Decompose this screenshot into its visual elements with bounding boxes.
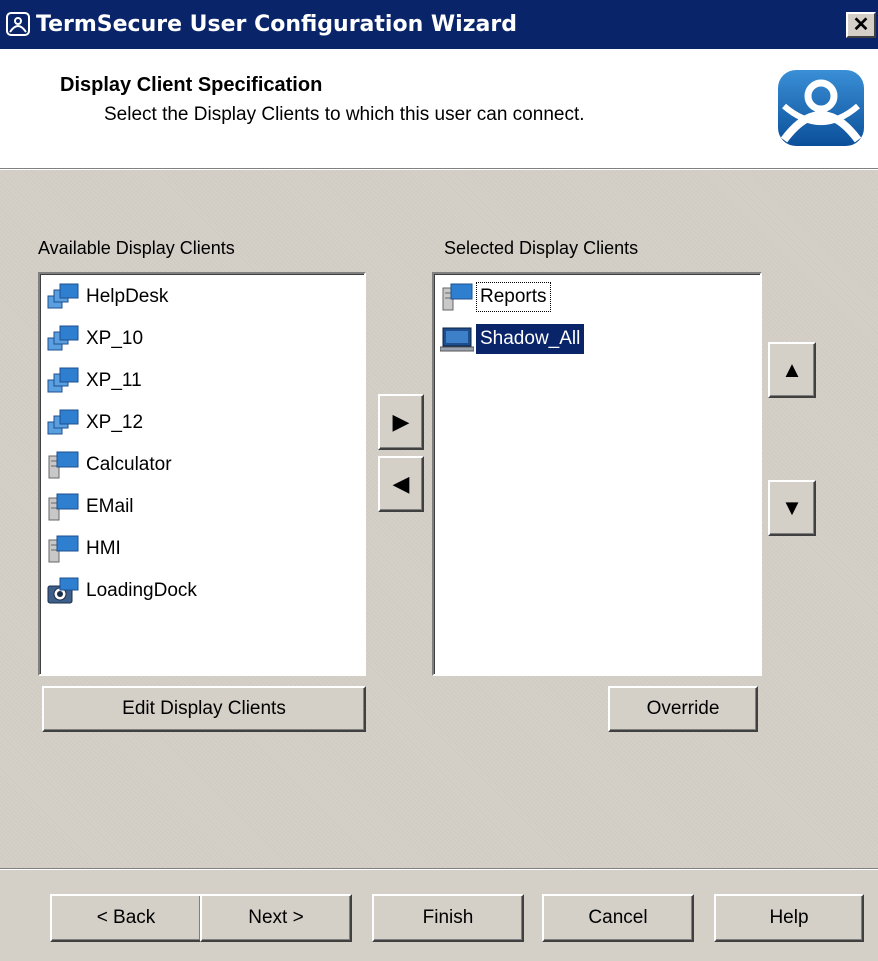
server-app-icon <box>442 283 473 311</box>
list-item-label: Reports <box>476 282 551 312</box>
finish-button[interactable]: Finish <box>372 894 524 942</box>
list-item-label: LoadingDock <box>86 580 197 601</box>
list-item-label: HelpDesk <box>86 286 169 307</box>
back-button[interactable]: < Back <box>50 894 202 942</box>
server-app-icon <box>48 535 79 563</box>
list-item[interactable]: Calculator <box>46 448 176 482</box>
arrow-up-icon: ▲ <box>781 357 803 382</box>
list-item[interactable]: LoadingDock <box>46 574 201 608</box>
move-up-button[interactable]: ▲ <box>768 342 816 398</box>
close-button[interactable]: ✕ <box>846 12 876 38</box>
list-item[interactable]: Shadow_All <box>440 322 585 356</box>
list-item-label: Calculator <box>86 454 172 475</box>
selected-clients-label: Selected Display Clients <box>444 238 639 258</box>
edit-display-clients-button[interactable]: Edit Display Clients <box>42 686 366 732</box>
camera-icon <box>47 577 79 604</box>
move-down-button[interactable]: ▼ <box>768 480 816 536</box>
arrow-left-icon: ◀ <box>392 471 410 496</box>
selected-clients-list[interactable]: Reports Shadow_All <box>432 272 762 676</box>
footer-divider-highlight <box>0 869 878 870</box>
list-item[interactable]: XP_11 <box>46 364 146 398</box>
available-clients-label: Available Display Clients <box>38 238 235 258</box>
available-clients-list[interactable]: HelpDesk XP_10 XP_11 XP_12 Calculator EM… <box>38 272 366 676</box>
override-button[interactable]: Override <box>608 686 758 732</box>
arrow-right-icon: ▶ <box>392 409 410 434</box>
list-item[interactable]: HelpDesk <box>46 280 172 314</box>
close-icon: ✕ <box>852 14 870 36</box>
list-item-label: XP_10 <box>86 328 144 349</box>
thinmanager-logo-icon <box>778 70 864 146</box>
cancel-button[interactable]: Cancel <box>542 894 694 942</box>
terminal-group-icon <box>47 367 79 393</box>
server-app-icon <box>48 493 79 521</box>
list-item[interactable]: HMI <box>46 532 125 566</box>
arrow-down-icon: ▼ <box>781 495 803 520</box>
terminal-group-icon <box>47 409 79 435</box>
add-client-button[interactable]: ▶ <box>378 394 424 450</box>
remove-client-button[interactable]: ◀ <box>378 456 424 512</box>
next-button[interactable]: Next > <box>200 894 352 942</box>
list-item-label: EMail <box>86 496 134 517</box>
title-bar[interactable]: TermSecure User Configuration Wizard ✕ <box>0 0 878 50</box>
list-item[interactable]: XP_10 <box>46 322 147 356</box>
page-subtitle: Select the Display Clients to which this… <box>104 104 585 125</box>
list-item-label: XP_12 <box>86 412 144 433</box>
list-item-label: HMI <box>86 538 121 559</box>
list-item[interactable]: EMail <box>46 490 138 524</box>
list-item-label: XP_11 <box>86 370 142 391</box>
page-title: Display Client Specification <box>60 74 323 96</box>
wizard-header: Display Client Specification Select the … <box>0 50 878 168</box>
server-app-icon <box>48 451 79 479</box>
shadow-monitor-icon <box>440 327 474 352</box>
terminal-group-icon <box>47 325 79 351</box>
window-title: TermSecure User Configuration Wizard <box>36 12 517 37</box>
list-item[interactable]: Reports <box>440 280 551 314</box>
terminal-group-icon <box>47 283 79 309</box>
list-item[interactable]: XP_12 <box>46 406 147 440</box>
help-button[interactable]: Help <box>714 894 864 942</box>
list-item-label: Shadow_All <box>476 324 585 354</box>
app-logo-icon <box>6 12 30 36</box>
